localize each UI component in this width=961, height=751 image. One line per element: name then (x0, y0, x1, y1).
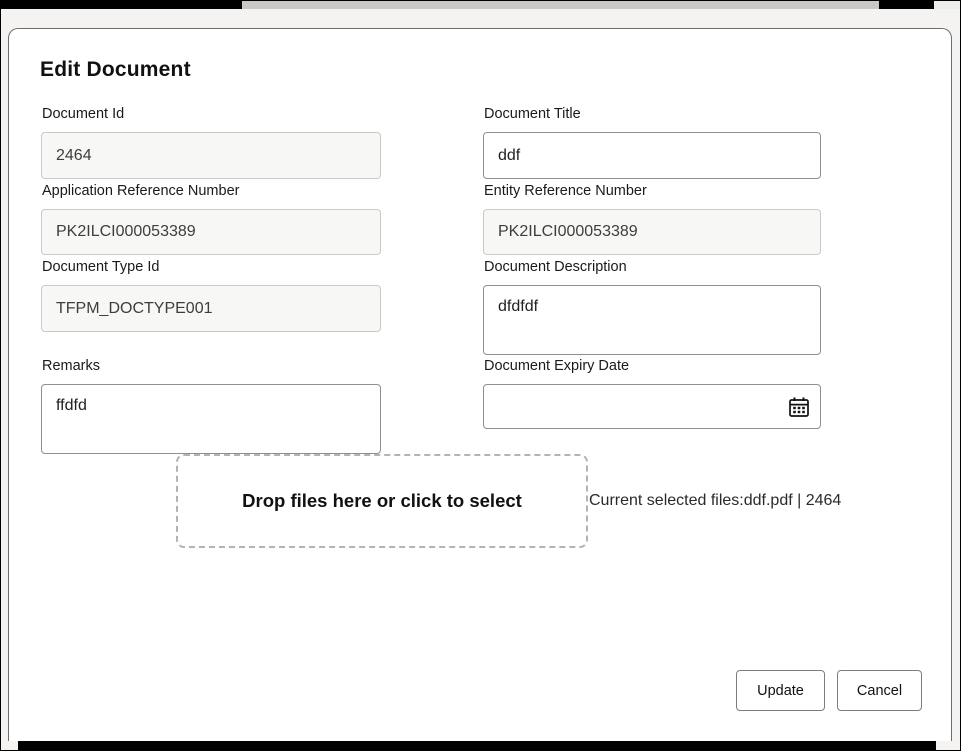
document-expiry-date-field: Document Expiry Date (483, 357, 821, 429)
document-description-textarea[interactable]: dfdfdf (483, 285, 821, 355)
page-top-strip-gray (242, 0, 879, 9)
document-description-label: Document Description (484, 258, 821, 277)
calendar-icon (788, 396, 810, 418)
entity-reference-label: Entity Reference Number (484, 182, 821, 201)
entity-reference-input (483, 209, 821, 255)
application-reference-field: Application Reference Number (41, 182, 381, 255)
document-type-id-field: Document Type Id (41, 258, 381, 332)
update-button[interactable]: Update (736, 670, 825, 711)
remarks-field: Remarks ffdfd (41, 357, 381, 454)
dialog-title: Edit Document (40, 58, 191, 82)
document-expiry-date-input[interactable] (483, 384, 821, 429)
entity-reference-field: Entity Reference Number (483, 182, 821, 255)
page-bottom-strip (18, 741, 936, 751)
document-title-field: Document Title (483, 105, 821, 179)
cancel-button[interactable]: Cancel (837, 670, 922, 711)
selected-files-text: Current selected files:ddf.pdf | 2464 (589, 454, 919, 548)
document-id-input (41, 132, 381, 179)
application-reference-input (41, 209, 381, 255)
page-top-strip-light (934, 0, 961, 9)
document-type-id-label: Document Type Id (42, 258, 381, 277)
calendar-picker-button[interactable] (787, 395, 811, 419)
remarks-textarea[interactable]: ffdfd (41, 384, 381, 454)
edit-document-dialog: Edit Document Document Id Document Title… (8, 28, 952, 741)
document-description-field: Document Description dfdfdf (483, 258, 821, 355)
file-dropzone[interactable]: Drop files here or click to select (176, 454, 588, 548)
remarks-label: Remarks (42, 357, 381, 376)
document-id-field: Document Id (41, 105, 381, 179)
application-reference-label: Application Reference Number (42, 182, 381, 201)
file-dropzone-label: Drop files here or click to select (242, 490, 522, 512)
page-top-strip (0, 0, 961, 9)
document-title-label: Document Title (484, 105, 821, 124)
document-expiry-date-label: Document Expiry Date (484, 357, 821, 376)
document-title-input[interactable] (483, 132, 821, 179)
document-type-id-input (41, 285, 381, 332)
document-id-label: Document Id (42, 105, 381, 124)
